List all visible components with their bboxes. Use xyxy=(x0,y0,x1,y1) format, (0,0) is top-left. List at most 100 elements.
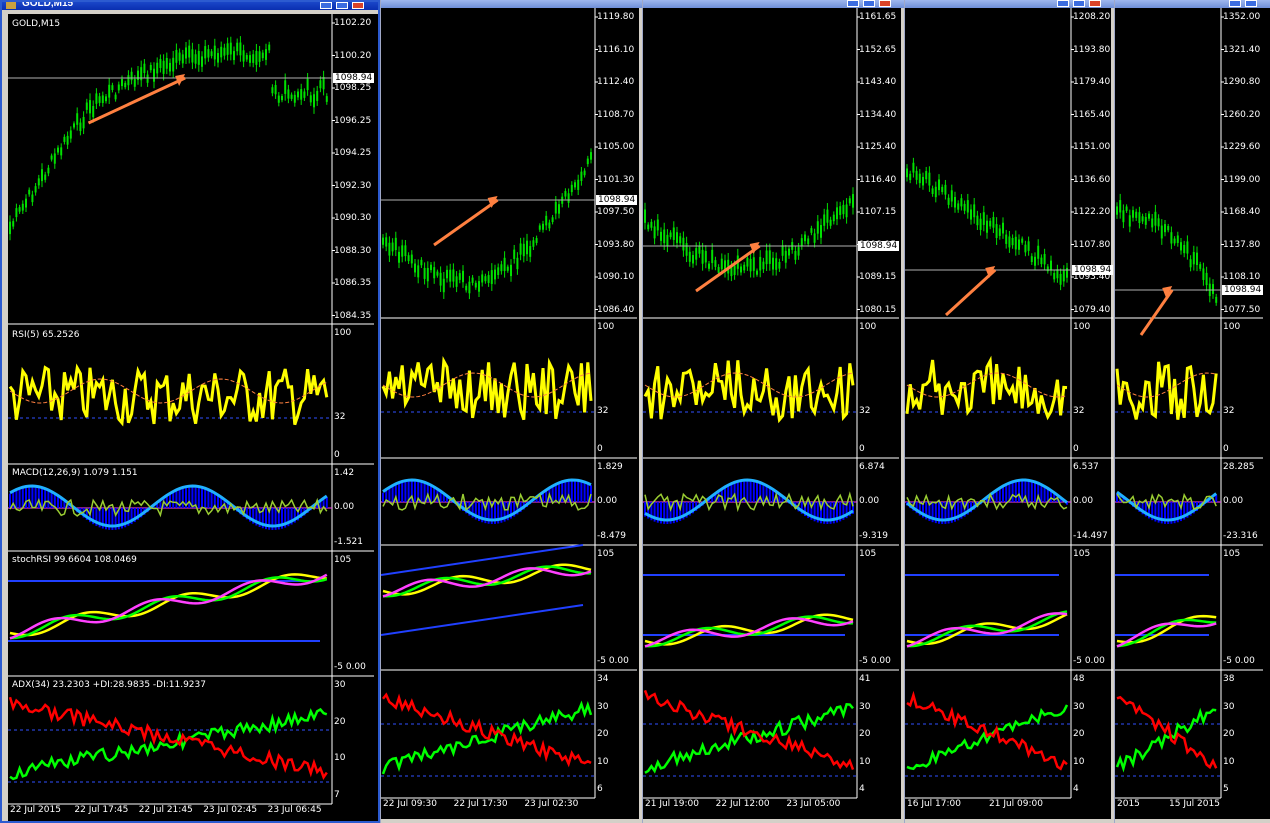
price-tick-label: 1100.20 xyxy=(334,50,372,61)
candle-body xyxy=(551,217,554,223)
price-panel xyxy=(8,14,374,805)
candle-body xyxy=(497,267,500,276)
candle-body xyxy=(172,57,175,72)
chart-window-1[interactable]: GOLD,M15 GOLD,M15 RSI(5) 65.2526 MACD(12… xyxy=(0,0,380,823)
macd-tick-label: 1.829 xyxy=(597,462,623,472)
candle-body xyxy=(1027,241,1030,251)
title-bar[interactable] xyxy=(381,0,643,8)
candle-body xyxy=(239,42,242,56)
candle-body xyxy=(653,226,656,239)
macd-bar xyxy=(554,484,557,502)
chart-area[interactable]: GOLD,M15 RSI(5) 65.2526 MACD(12,26,9) 1.… xyxy=(8,14,378,821)
stoch-band-line xyxy=(381,544,584,576)
stoch-line xyxy=(9,576,328,640)
candle-body xyxy=(1050,260,1052,271)
macd-tick-label: 28.285 xyxy=(1223,462,1255,472)
candle-body xyxy=(47,167,50,174)
candle-body xyxy=(1154,211,1157,226)
candle-body xyxy=(439,272,442,286)
candle-body xyxy=(708,263,710,269)
minimize-button[interactable] xyxy=(1057,0,1069,7)
price-tick-label: 1116.40 xyxy=(859,174,897,185)
macd-bar xyxy=(414,480,416,502)
stoch-tick-label: 105 xyxy=(1223,549,1241,559)
candle-body xyxy=(105,96,107,102)
macd-bar xyxy=(175,490,178,508)
candle-body xyxy=(1125,206,1128,211)
maximize-button[interactable] xyxy=(863,0,875,7)
candle-body xyxy=(1167,226,1170,231)
candle-body xyxy=(146,74,149,83)
chart-window-3[interactable]: 1161.65 1152.65 1143.40 1134.40 1125.40 1116.… xyxy=(642,0,906,823)
trend-arrow xyxy=(944,268,997,317)
adx-plus-di-line xyxy=(644,702,854,774)
candle-body xyxy=(1062,270,1065,282)
candle-body xyxy=(1173,238,1176,244)
title-bar[interactable] xyxy=(905,0,1115,8)
candle-body xyxy=(1164,224,1166,233)
close-button[interactable] xyxy=(879,0,891,7)
chart-window-5[interactable]: 1352.00 1321.40 1290.80 1260.20 1229.60 1199.… xyxy=(1114,0,1270,823)
macd-bar xyxy=(57,496,59,508)
candle-body xyxy=(1011,238,1014,246)
candle-body xyxy=(995,224,998,239)
candle-body xyxy=(839,206,842,215)
adx-tick-label: 41 xyxy=(859,674,871,684)
candle-body xyxy=(124,82,127,88)
minimize-button[interactable] xyxy=(320,2,332,9)
close-button[interactable] xyxy=(1089,0,1101,7)
candle-body xyxy=(781,245,784,256)
macd-bar xyxy=(1005,484,1008,502)
candle-body xyxy=(816,221,819,234)
time-axis-label: 22 Jul 17:30 xyxy=(453,799,508,809)
macd-bar xyxy=(724,487,726,502)
candle-body xyxy=(12,221,15,227)
candle-body xyxy=(191,49,194,63)
candle-body xyxy=(478,281,480,292)
candle-body xyxy=(577,179,580,190)
chart-window-2[interactable]: 1119.80 1116.10 1112.40 1108.70 1105.00 1101.… xyxy=(380,0,644,823)
candle-body xyxy=(752,257,755,271)
macd-bar xyxy=(1014,481,1017,502)
title-bar[interactable] xyxy=(1115,0,1270,8)
chart-area[interactable]: 1352.00 1321.40 1290.80 1260.20 1229.60 1199.… xyxy=(1115,8,1270,819)
maximize-button[interactable] xyxy=(336,2,348,9)
candle-body xyxy=(9,221,11,235)
candle-body xyxy=(319,80,322,89)
maximize-button[interactable] xyxy=(1073,0,1085,7)
title-bar[interactable]: GOLD,M15 xyxy=(2,2,378,10)
candle-body xyxy=(519,243,522,255)
chart-area[interactable]: 1161.65 1152.65 1143.40 1134.40 1125.40 1116.… xyxy=(643,8,901,819)
time-axis-label: 21 Jul 19:00 xyxy=(645,799,699,809)
price-tick-label: 1090.10 xyxy=(597,272,635,282)
chart-area[interactable]: 1208.20 1193.80 1179.40 1165.40 1151.00 1136.… xyxy=(905,8,1114,819)
macd-bar xyxy=(207,490,210,508)
stoch-label: stochRSI 99.6604 108.0469 xyxy=(12,555,137,565)
macd-bar xyxy=(590,485,592,502)
candle-body xyxy=(82,116,85,129)
candle-body xyxy=(281,95,283,101)
maximize-button[interactable] xyxy=(1245,0,1257,7)
chart-window-4[interactable]: 1208.20 1193.80 1179.40 1165.40 1151.00 1136.… xyxy=(904,0,1116,823)
candle-body xyxy=(114,94,117,100)
candle-body xyxy=(522,243,525,257)
candle-body xyxy=(1005,234,1008,244)
stoch-tick-label: -5 0.00 xyxy=(334,662,366,672)
candle-body xyxy=(656,219,659,231)
candle-body xyxy=(938,179,940,191)
rsi-line xyxy=(1115,361,1218,420)
rsi-tick-label: 0 xyxy=(1073,444,1079,454)
close-button[interactable] xyxy=(352,2,364,9)
candle-body xyxy=(268,44,271,51)
macd-bar xyxy=(210,491,213,508)
candle-body xyxy=(401,245,404,257)
chart-area[interactable]: 1119.80 1116.10 1112.40 1108.70 1105.00 1101.… xyxy=(381,8,639,819)
price-tick-label: 1102.20 xyxy=(334,18,372,28)
minimize-button[interactable] xyxy=(1229,0,1241,7)
candle-body xyxy=(836,207,838,220)
candle-body xyxy=(1066,267,1068,278)
title-bar[interactable] xyxy=(643,0,905,8)
minimize-button[interactable] xyxy=(847,0,859,7)
price-panel xyxy=(1115,8,1263,799)
candle-body xyxy=(1056,269,1059,279)
